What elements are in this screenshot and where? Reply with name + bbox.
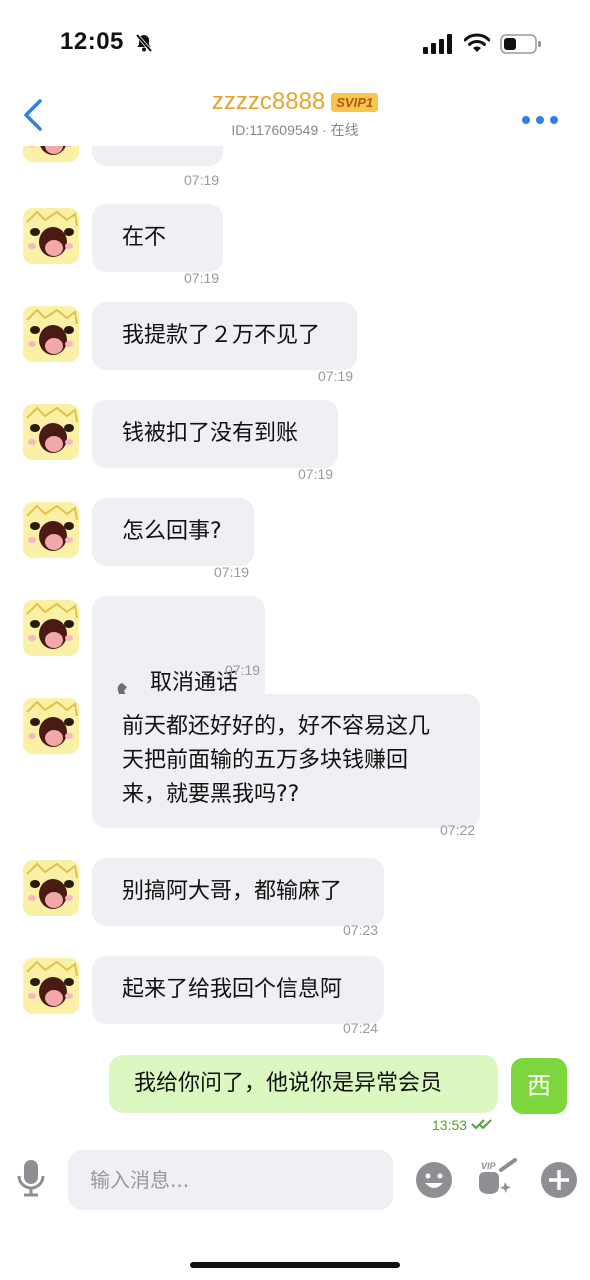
contact-name[interactable]: zzzzc8888 xyxy=(212,88,325,116)
contact-id-status: ID:117609549 · 在线 xyxy=(231,122,359,138)
status-bar: 12:05 xyxy=(0,0,590,88)
silent-bell-icon xyxy=(134,33,154,57)
cartoon-face-icon xyxy=(23,146,79,162)
vip-sticker-icon[interactable]: VIP xyxy=(475,1158,519,1202)
message-time: 07:22 xyxy=(440,822,476,838)
contact-avatar[interactable] xyxy=(23,404,79,460)
emoji-icon[interactable] xyxy=(415,1161,453,1203)
contact-avatar[interactable] xyxy=(23,600,79,656)
message-input[interactable] xyxy=(68,1150,393,1210)
message-time: 07:19 xyxy=(214,564,250,580)
svip-badge: SVIP1 xyxy=(331,92,379,112)
double-check-icon xyxy=(471,1117,493,1133)
cartoon-face-icon xyxy=(23,958,79,1014)
cartoon-face-icon xyxy=(23,502,79,558)
message-list[interactable]: 07:19 在不 07:19 我提款了２万不见了 07:19 钱被扣了没有到账 … xyxy=(0,146,590,1134)
svg-text:VIP: VIP xyxy=(481,1161,497,1171)
contact-avatar[interactable] xyxy=(23,860,79,916)
composer-bar: VIP xyxy=(0,1134,590,1280)
message-time: 07:19 xyxy=(225,662,261,678)
message-time: 07:23 xyxy=(343,922,379,938)
message-bubble[interactable]: 别搞阿大哥，都输麻了 xyxy=(92,858,384,926)
chat-header: zzzzc8888 SVIP1 ID:117609549 · 在线 xyxy=(0,88,590,146)
outgoing-message-bubble[interactable]: 我给你问了，他说你是异常会员 xyxy=(109,1055,498,1113)
cartoon-face-icon xyxy=(23,860,79,916)
microphone-icon[interactable] xyxy=(15,1158,47,1202)
cartoon-face-icon xyxy=(23,208,79,264)
home-indicator[interactable] xyxy=(190,1262,400,1268)
message-time: 07:19 xyxy=(184,172,220,188)
status-time: 12:05 xyxy=(60,28,124,55)
cartoon-face-icon xyxy=(23,698,79,754)
message-time: 07:19 xyxy=(318,368,354,384)
contact-avatar[interactable] xyxy=(23,146,79,162)
message-time: 13:53 xyxy=(432,1117,468,1133)
wifi-icon xyxy=(463,33,491,57)
cellular-signal-icon xyxy=(423,34,453,58)
message-bubble[interactable]: 起来了给我回个信息阿 xyxy=(92,956,384,1024)
message-bubble[interactable] xyxy=(92,146,223,166)
message-bubble[interactable]: 钱被扣了没有到账 xyxy=(92,400,338,468)
message-bubble[interactable]: 在不 xyxy=(92,204,223,272)
contact-avatar[interactable] xyxy=(23,306,79,362)
message-time: 07:19 xyxy=(298,466,334,482)
cartoon-face-icon xyxy=(23,404,79,460)
cartoon-face-icon xyxy=(23,306,79,362)
title-row: zzzzc8888 SVIP1 xyxy=(0,88,590,116)
contact-avatar[interactable] xyxy=(23,698,79,754)
message-bubble[interactable]: 我提款了２万不见了 xyxy=(92,302,357,370)
more-options-icon[interactable] xyxy=(522,110,558,129)
outgoing-time-status: 13:53 xyxy=(432,1117,493,1133)
message-time: 07:24 xyxy=(343,1020,379,1036)
add-attachment-icon[interactable] xyxy=(540,1161,578,1203)
my-avatar[interactable]: 西 xyxy=(511,1058,567,1114)
contact-avatar[interactable] xyxy=(23,958,79,1014)
message-time: 07:19 xyxy=(184,270,220,286)
battery-icon xyxy=(500,34,542,58)
cartoon-face-icon xyxy=(23,600,79,656)
message-bubble[interactable]: 怎么回事? xyxy=(92,498,254,566)
contact-avatar[interactable] xyxy=(23,502,79,558)
contact-avatar[interactable] xyxy=(23,208,79,264)
message-bubble[interactable]: 前天都还好好的，好不容易这几 天把前面输的五万多块钱赚回 来，就要黑我吗?? xyxy=(92,694,480,828)
